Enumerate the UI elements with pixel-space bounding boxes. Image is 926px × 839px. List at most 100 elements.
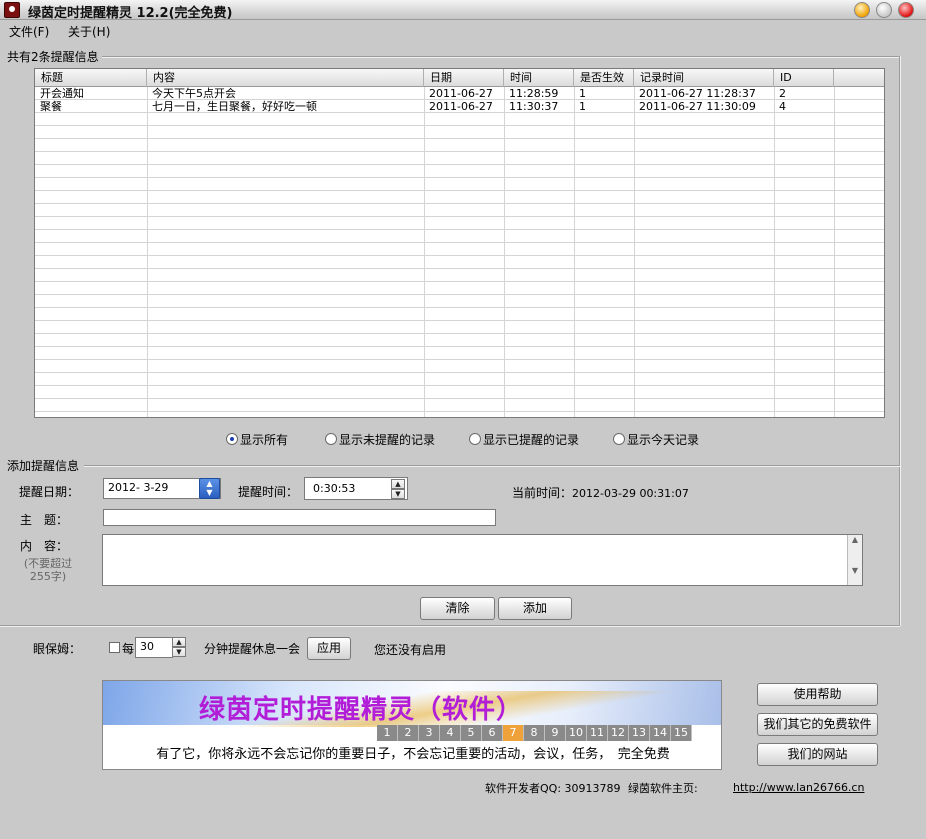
banner-page-number[interactable]: 4 [440, 725, 461, 741]
scroll-down-icon[interactable]: ▼ [848, 566, 862, 575]
minutes-spin-down-icon[interactable]: ▼ [172, 647, 186, 657]
eye-care-suffix: 分钟提醒休息一会 [204, 642, 301, 656]
time-value: 0:30:53 [313, 482, 356, 495]
current-time: 当前时间：2012-03-29 00:31:07 [512, 484, 689, 501]
eye-care-checkbox[interactable] [109, 642, 120, 653]
time-spin-up-icon[interactable]: ▲ [391, 479, 405, 489]
filter-today[interactable]: 显示今天记录 [613, 431, 699, 447]
banner-page-number[interactable]: 14 [650, 725, 671, 741]
banner-page-number[interactable]: 6 [482, 725, 503, 741]
menu-about[interactable]: 关于(H) [68, 23, 110, 40]
column-divider [147, 87, 148, 417]
cell-record-time: 2011-06-27 11:28:37 [639, 87, 756, 100]
add-button[interactable]: 添加 [498, 597, 572, 620]
cell-time: 11:28:59 [509, 87, 559, 100]
column-divider [424, 87, 425, 417]
minimize-button[interactable] [854, 2, 870, 18]
column-divider [504, 87, 505, 417]
banner-title: 绿茵定时提醒精灵（软件） [199, 695, 524, 725]
minutes-spin-up-icon[interactable]: ▲ [172, 637, 186, 647]
menu-file[interactable]: 文件(F) [9, 23, 49, 40]
website-button[interactable]: 我们的网站 [757, 743, 878, 766]
help-button[interactable]: 使用帮助 [757, 683, 878, 706]
banner-page-number[interactable]: 9 [545, 725, 566, 741]
banner-page-number[interactable]: 3 [419, 725, 440, 741]
date-value: 2012- 3-29 [108, 481, 169, 494]
subject-label: 主 题： [20, 513, 69, 527]
time-spin-down-icon[interactable]: ▼ [391, 489, 405, 499]
banner-tagline: 有了它，你将永远不会忘记你的重要日子，不会忘记重要的活动，会议，任务， 完全免费 [156, 747, 670, 762]
subject-input[interactable] [103, 509, 496, 526]
cell-content: 七月一日，生日聚餐，好好吃一顿 [152, 100, 317, 113]
cell-active: 1 [579, 100, 586, 113]
cell-active: 1 [579, 87, 586, 100]
content-hint: (不要超过255字) [23, 557, 73, 583]
radio-icon[interactable] [325, 433, 337, 445]
column-header[interactable]: 日期 [424, 69, 504, 87]
time-label: 提醒时间： [238, 485, 299, 499]
eye-care-label: 眼保姆： [33, 642, 82, 656]
table-header: 标题 内容 日期 时间 是否生效 记录时间 ID [35, 69, 884, 87]
maximize-button[interactable] [876, 2, 892, 18]
banner-page-number[interactable]: 11 [587, 725, 608, 741]
radio-selected-icon[interactable] [226, 433, 238, 445]
filter-show-all-label: 显示所有 [240, 432, 289, 447]
content-textarea[interactable] [102, 534, 863, 586]
minutes-value: 30 [140, 640, 154, 653]
homepage-link[interactable]: http://www.lan26766.cn [733, 781, 864, 794]
cell-content: 今天下午5点开会 [152, 87, 236, 100]
developer-qq: 软件开发者QQ: 30913789 [485, 782, 621, 795]
scroll-up-icon[interactable]: ▲ [848, 535, 862, 544]
column-divider [634, 87, 635, 417]
apply-button[interactable]: 应用 [307, 637, 351, 660]
filter-reminded[interactable]: 显示已提醒的记录 [469, 431, 579, 447]
banner-page-number[interactable]: 13 [629, 725, 650, 741]
content-scrollbar[interactable]: ▲ ▼ [847, 535, 862, 585]
add-group-title: 添加提醒信息 [7, 459, 80, 473]
filter-show-all[interactable]: 显示所有 [226, 431, 288, 447]
column-header[interactable]: 标题 [35, 69, 147, 87]
filter-unreminded[interactable]: 显示未提醒的记录 [325, 431, 435, 447]
cell-date: 2011-06-27 [429, 87, 493, 100]
banner-page-number[interactable]: 7 [503, 725, 524, 741]
menu-bar: 文件(F) 关于(H) [0, 20, 926, 40]
banner-page-number[interactable]: 15 [671, 725, 692, 741]
column-divider [774, 87, 775, 417]
clear-button[interactable]: 清除 [420, 597, 495, 620]
banner-page-number[interactable]: 8 [524, 725, 545, 741]
banner-page-number[interactable]: 5 [461, 725, 482, 741]
radio-icon[interactable] [469, 433, 481, 445]
cell-title: 开会通知 [40, 87, 84, 100]
column-header[interactable]: ID [774, 69, 834, 87]
minutes-input[interactable]: 30 [135, 637, 173, 658]
table-grid-lines [35, 87, 884, 417]
date-label: 提醒日期： [19, 485, 80, 499]
column-header[interactable]: 记录时间 [634, 69, 774, 87]
radio-icon[interactable] [613, 433, 625, 445]
column-header[interactable]: 是否生效 [574, 69, 634, 87]
list-group-title: 共有2条提醒信息 [7, 50, 99, 64]
column-divider [834, 87, 835, 417]
eye-care-every: 每 [122, 642, 135, 656]
banner-page-number[interactable]: 12 [608, 725, 629, 741]
other-software-button[interactable]: 我们其它的免费软件 [757, 713, 878, 736]
group-right-border [899, 56, 901, 626]
banner-page-number[interactable]: 2 [398, 725, 419, 741]
date-dropdown-icon[interactable]: ▲ ▼ [199, 478, 220, 499]
window-title: 绿茵定时提醒精灵 12.2(完全免费) [28, 6, 233, 21]
reminder-table[interactable]: 标题 内容 日期 时间 是否生效 记录时间 ID 开会通知 今天下午5点开会 2… [34, 68, 885, 418]
app-icon[interactable] [4, 2, 20, 18]
eye-care-status: 您还没有启用 [374, 643, 447, 657]
current-time-value: 2012-03-29 00:31:07 [572, 487, 689, 500]
promo-banner[interactable]: 绿茵定时提醒精灵（软件） 1 2 3 4 5 6 7 8 9 10 11 12 13 14 15 有了它，你… [102, 680, 722, 770]
close-button[interactable] [898, 2, 914, 18]
banner-page-number[interactable]: 1 [377, 725, 398, 741]
column-header[interactable]: 时间 [504, 69, 574, 87]
column-header-empty [834, 69, 884, 87]
cell-record-time: 2011-06-27 11:30:09 [639, 100, 756, 113]
filter-today-label: 显示今天记录 [627, 432, 700, 447]
column-header[interactable]: 内容 [147, 69, 424, 87]
content-label: 内 容： [20, 539, 69, 553]
banner-page-number[interactable]: 10 [566, 725, 587, 741]
cell-time: 11:30:37 [509, 100, 559, 113]
